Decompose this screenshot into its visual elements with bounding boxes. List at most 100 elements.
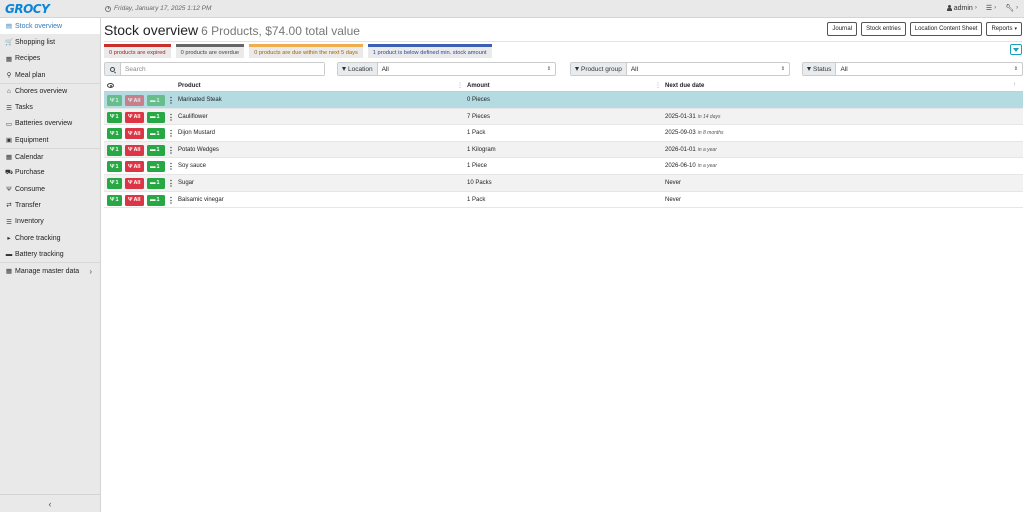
sort-ascending-icon[interactable]: ↑ xyxy=(1013,82,1016,88)
consume-one-button[interactable]: Ψ1 xyxy=(107,111,122,123)
more-options-icon[interactable]: ⋮ xyxy=(167,178,175,189)
consume-all-button[interactable]: Ψ All xyxy=(125,194,144,206)
consume-all-button[interactable]: Ψ All xyxy=(125,128,144,140)
product-name[interactable]: Sugar xyxy=(178,180,194,186)
battery-track-icon: ▬ xyxy=(5,250,13,258)
wrench-icon: 🔧︎ xyxy=(1005,5,1014,12)
due-soon-status-filter[interactable]: 0 products are due within the next 5 day… xyxy=(249,44,363,58)
open-one-button[interactable]: ▬ 1 xyxy=(147,177,165,189)
page-title: Stock overview xyxy=(104,22,199,38)
open-one-button[interactable]: ▬ 1 xyxy=(147,128,165,140)
overdue-status-filter[interactable]: 0 products are overdue xyxy=(175,44,245,58)
sidebar-item-inventory[interactable]: ☰ Inventory xyxy=(0,214,100,230)
settings-menu[interactable]: 🔧︎ › xyxy=(1005,4,1018,12)
sidebar-item-chore-tracking[interactable]: ▸ Chore tracking xyxy=(0,230,100,246)
product-group-filter-label: Product group xyxy=(571,63,627,75)
consume-one-button[interactable]: Ψ1 xyxy=(107,194,122,206)
sidebar-item-equipment[interactable]: ▣ Equipment xyxy=(0,132,100,148)
equipment-icon: ▣ xyxy=(5,137,13,145)
table-row[interactable]: Ψ 1 Ψ All ▬ 1 ⋮ Dijon Mustard 1 Pack 2025-09-03 in… xyxy=(104,125,1023,142)
table-row[interactable]: Ψ 1 Ψ All ▬ 1 ⋮ Balsamic vinegar 1 Pack Never xyxy=(104,192,1023,209)
product-amount: 10 Packs xyxy=(467,179,492,186)
open-one-button[interactable]: ▬ 1 xyxy=(147,161,165,173)
consume-all-button[interactable]: Ψ All xyxy=(125,144,144,156)
consume-all-button[interactable]: Ψ All xyxy=(125,95,144,106)
user-menu[interactable]: admin › xyxy=(946,5,977,12)
sort-icon[interactable]: ⋮ xyxy=(655,82,661,89)
toggle-filters-button[interactable] xyxy=(1010,44,1022,55)
consume-one-button[interactable]: Ψ1 xyxy=(107,128,122,140)
sidebar-item-tasks[interactable]: ☰ Tasks xyxy=(0,99,100,115)
location-select[interactable]: All ⇕ xyxy=(378,63,555,75)
sidebar-item-label: Consume xyxy=(15,185,45,193)
expired-status-filter[interactable]: 0 products are expired xyxy=(104,44,171,58)
product-name[interactable]: Cauliflower xyxy=(178,114,208,120)
status-select[interactable]: All ⇕ xyxy=(836,63,1022,75)
stock-entries-button[interactable]: Stock entries xyxy=(861,22,906,36)
search-input[interactable] xyxy=(121,63,324,75)
consume-one-button[interactable]: Ψ1 xyxy=(107,177,122,189)
sidebar-item-stock-overview[interactable]: ▤ Stock overview xyxy=(0,18,100,35)
consume-one-button[interactable]: Ψ1 xyxy=(107,161,122,173)
sidebar-item-battery-tracking[interactable]: ▬ Battery tracking xyxy=(0,246,100,262)
table-row[interactable]: Ψ 1 Ψ All ▬ 1 ⋮ Soy sauce 1 Piece 2026-06-10 in a … xyxy=(104,158,1023,175)
sidebar-item-consume[interactable]: Ψ Consume xyxy=(0,181,100,197)
open-one-button[interactable]: ▬ 1 xyxy=(147,111,165,123)
consume-one-button[interactable]: Ψ1 xyxy=(107,95,122,106)
consume-all-button[interactable]: Ψ All xyxy=(125,161,144,173)
more-options-icon[interactable]: ⋮ xyxy=(167,112,175,123)
product-name[interactable]: Soy sauce xyxy=(178,163,206,169)
table-row[interactable]: Ψ 1 Ψ All ▬ 1 ⋮ Marinated Steak 0 Pieces xyxy=(104,92,1023,109)
sidebar-item-label: Chores overview xyxy=(15,88,68,96)
sidebar-item-recipes[interactable]: ▦ Recipes xyxy=(0,51,100,67)
column-header-product[interactable]: Product xyxy=(178,83,201,89)
more-options-icon[interactable]: ⋮ xyxy=(167,95,175,106)
consume-icon: Ψ xyxy=(6,185,12,193)
table-row[interactable]: Ψ 1 Ψ All ▬ 1 ⋮ Cauliflower 7 Pieces 2025-01-31 in… xyxy=(104,108,1023,126)
journal-button[interactable]: Journal xyxy=(827,22,858,36)
sidebar-item-transfer[interactable]: ⇄ Transfer xyxy=(0,197,100,213)
more-options-icon[interactable]: ⋮ xyxy=(167,195,175,206)
table-row[interactable]: Ψ 1 Ψ All ▬ 1 ⋮ Potato Wedges 1 Kilogram 2026-01-… xyxy=(104,141,1023,159)
product-name[interactable]: Potato Wedges xyxy=(178,147,219,153)
column-header-next-due-date[interactable]: Next due date xyxy=(665,83,704,89)
product-group-select[interactable]: All ⇕ xyxy=(627,63,789,75)
consume-all-button[interactable]: Ψ All xyxy=(125,177,144,189)
sidebar-item-shopping-list[interactable]: 🛒 Shopping list xyxy=(0,34,100,50)
sidebar-item-purchase[interactable]: ⛟ Purchase xyxy=(0,165,100,181)
open-one-button[interactable]: ▬ 1 xyxy=(147,95,165,106)
consume-one-label: 1 xyxy=(115,97,119,104)
product-name[interactable]: Balsamic vinegar xyxy=(178,197,224,203)
consume-one-button[interactable]: Ψ1 xyxy=(107,144,122,156)
next-due-date: 2026-06-10 in a year xyxy=(665,163,717,169)
grocy-logo[interactable]: GROCY xyxy=(5,2,50,16)
row-actions: Ψ 1 Ψ All ▬ 1 ⋮ xyxy=(107,111,175,123)
consume-all-button[interactable]: Ψ All xyxy=(125,111,144,123)
play-icon: ▸ xyxy=(7,235,11,242)
open-one-button[interactable]: ▬ 1 xyxy=(147,144,165,156)
sidebar-item-meal-plan[interactable]: ⚲ Meal plan xyxy=(0,67,100,83)
status-select-value: All xyxy=(840,65,848,73)
table-row[interactable]: Ψ 1 Ψ All ▬ 1 ⋮ Sugar 10 Packs Never xyxy=(104,174,1023,192)
more-options-icon[interactable]: ⋮ xyxy=(167,145,175,156)
more-options-icon[interactable]: ⋮ xyxy=(167,161,175,172)
sort-icon[interactable]: ⋮ xyxy=(457,82,463,89)
sidebar-item-manage-master-data[interactable]: ▦ Manage master data › xyxy=(0,262,100,278)
next-due-date: 2025-01-31 in 14 days xyxy=(665,114,721,120)
location-content-sheet-button[interactable]: Location Content Sheet xyxy=(909,22,983,36)
sidebar-item-batteries-overview[interactable]: ▭ Batteries overview xyxy=(0,116,100,132)
column-header-amount[interactable]: Amount xyxy=(467,83,490,89)
open-one-button[interactable]: ▬ 1 xyxy=(147,194,165,206)
collapse-sidebar-button[interactable]: ‹ xyxy=(0,494,100,512)
product-name[interactable]: Dijon Mustard xyxy=(178,130,215,136)
more-options-icon[interactable]: ⋮ xyxy=(167,128,175,139)
top-right-menu: admin › ☰ › 🔧︎ › xyxy=(946,4,1018,12)
reports-dropdown[interactable]: Reports ▾ xyxy=(986,22,1022,36)
consume-one-label: 1 xyxy=(115,147,119,154)
sidebar-item-calendar[interactable]: ▦ Calendar xyxy=(0,148,100,164)
below-min-stock-status-filter[interactable]: 1 product is below defined min. stock am… xyxy=(367,44,492,58)
sidebar-item-chores-overview[interactable]: ⌂ Chores overview xyxy=(0,83,100,99)
product-name[interactable]: Marinated Steak xyxy=(178,97,222,103)
view-settings-menu[interactable]: ☰ › xyxy=(986,4,996,12)
eye-icon[interactable] xyxy=(107,83,114,88)
